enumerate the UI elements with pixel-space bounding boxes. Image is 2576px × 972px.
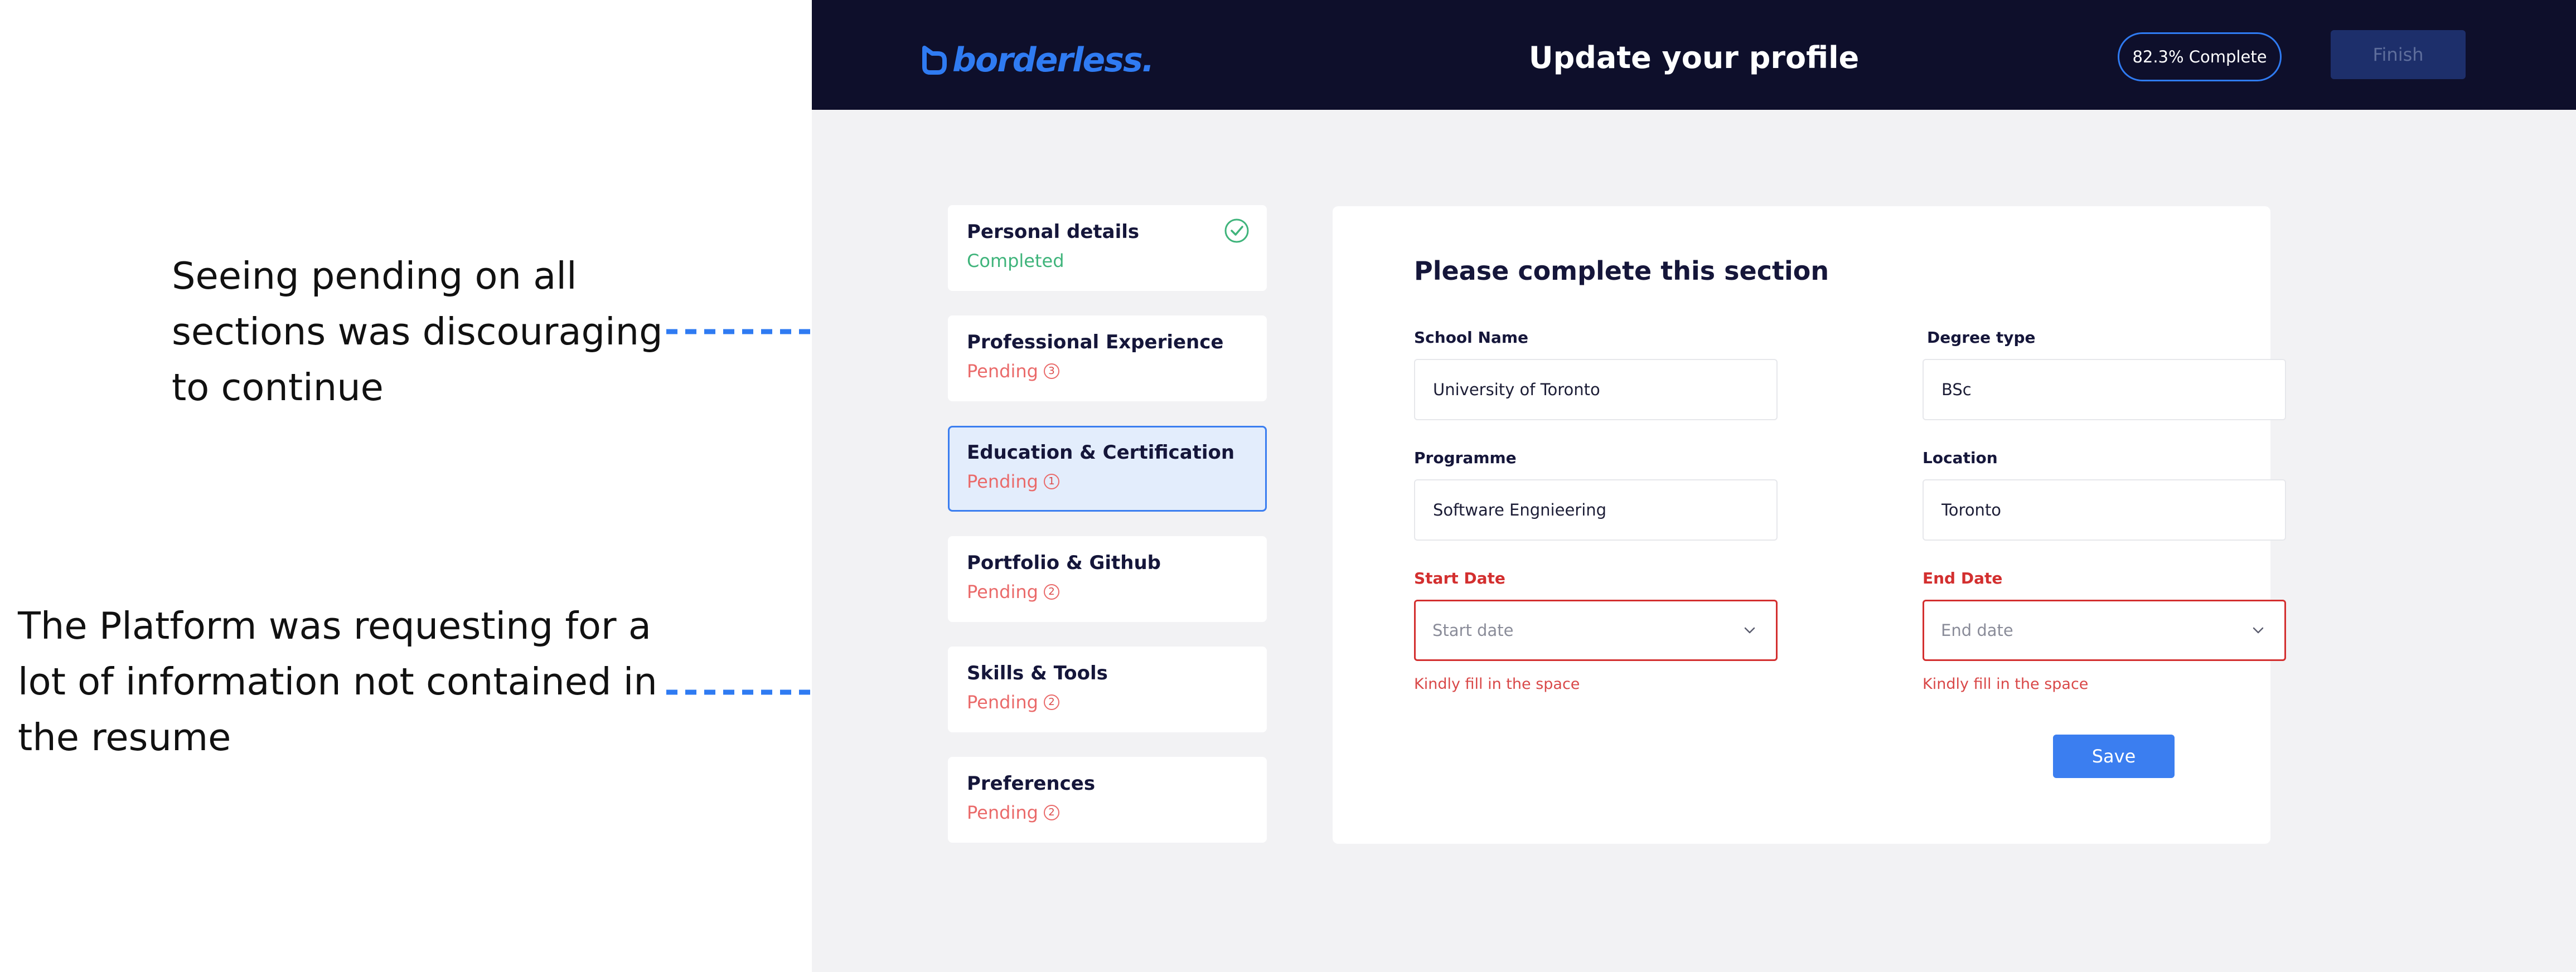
- status-text: Pending: [967, 802, 1038, 823]
- save-button[interactable]: Save: [2053, 735, 2175, 778]
- chevron-down-icon: [1744, 627, 1755, 634]
- pending-count-badge: 2: [1043, 694, 1059, 710]
- sidebar-item-label: Personal details: [967, 221, 1140, 243]
- status-pending: Pending 2: [967, 797, 1248, 828]
- end-date-placeholder: End date: [1941, 621, 2013, 640]
- status-text: Pending: [967, 361, 1038, 382]
- form-title: Please complete this section: [1414, 256, 1829, 286]
- school-name-label: School Name: [1414, 328, 1529, 347]
- pending-count-badge: 2: [1043, 584, 1059, 600]
- sidebar-item-label: Preferences: [967, 772, 1096, 795]
- location-field[interactable]: [1923, 479, 2286, 541]
- sidebar-item-professional-experience[interactable]: Professional Experience Pending 3: [948, 315, 1267, 401]
- education-form-panel: Please complete this section School Name…: [1333, 206, 2286, 844]
- status-text: Pending: [967, 692, 1038, 713]
- sidebar-item-portfolio-github[interactable]: Portfolio & Github Pending 2: [948, 536, 1267, 622]
- app-screen: borderless. Update your profile 82.3% Co…: [812, 0, 2576, 972]
- school-name-field[interactable]: [1414, 359, 1778, 420]
- sidebar-item-label: Professional Experience: [967, 331, 1224, 353]
- sidebar-item-personal-details[interactable]: Personal details Completed: [948, 205, 1267, 291]
- start-date-label: Start Date: [1414, 569, 1505, 587]
- programme-label: Programme: [1414, 449, 1517, 467]
- degree-type-field[interactable]: [1923, 359, 2286, 420]
- pending-count-badge: 2: [1043, 805, 1059, 820]
- end-date-label: End Date: [1923, 569, 2003, 587]
- end-date-select[interactable]: End date: [1923, 600, 2286, 661]
- completion-badge: 82.3% Complete: [2118, 32, 2282, 81]
- status-pending: Pending 2: [967, 687, 1248, 718]
- sidebar-item-education-certification[interactable]: Education & Certification Pending 1: [948, 426, 1267, 512]
- location-label: Location: [1923, 449, 1998, 467]
- pending-count-badge: 1: [1043, 474, 1059, 489]
- start-date-select[interactable]: Start date: [1414, 600, 1778, 661]
- start-date-placeholder: Start date: [1432, 621, 1514, 640]
- finish-button[interactable]: Finish: [2331, 30, 2466, 79]
- end-date-error: Kindly fill in the space: [1923, 675, 2089, 693]
- page-title: Update your profile: [1528, 40, 1860, 75]
- pending-count-badge: 3: [1043, 363, 1059, 379]
- programme-field[interactable]: [1414, 479, 1778, 541]
- sidebar-item-preferences[interactable]: Preferences Pending 2: [948, 757, 1267, 843]
- annotation-pending-discouraging: Seeing pending on all sections was disco…: [172, 254, 663, 409]
- status-text: Pending: [967, 581, 1038, 602]
- start-date-error: Kindly fill in the space: [1414, 675, 1580, 693]
- annotation-too-much-info: The Platform was requesting for a lot of…: [18, 604, 657, 759]
- degree-type-label: Degree type: [1927, 328, 2036, 347]
- status-text: Completed: [967, 250, 1064, 271]
- sidebar-item-label: Education & Certification: [967, 441, 1235, 464]
- sidebar-item-label: Skills & Tools: [967, 662, 1108, 684]
- status-text: Pending: [967, 471, 1038, 492]
- status-pending: Pending 2: [967, 576, 1248, 608]
- chevron-down-icon: [2253, 627, 2264, 634]
- check-circle-icon: [1224, 218, 1249, 243]
- sidebar-item-skills-tools[interactable]: Skills & Tools Pending 2: [948, 647, 1267, 732]
- top-header: borderless. Update your profile 82.3% Co…: [812, 0, 2576, 110]
- status-completed: Completed: [967, 245, 1248, 276]
- sidebar-item-label: Portfolio & Github: [967, 552, 1161, 574]
- status-pending: Pending 1: [967, 466, 1248, 497]
- status-pending: Pending 3: [967, 356, 1248, 387]
